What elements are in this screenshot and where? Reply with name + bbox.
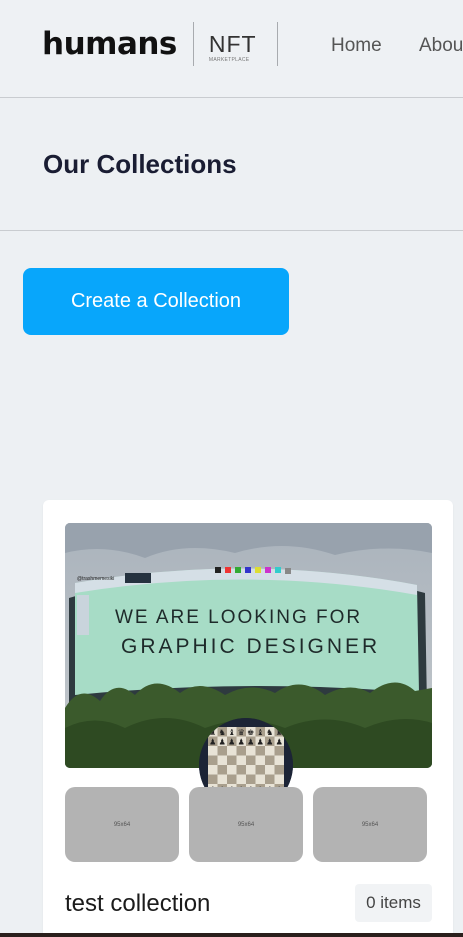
logo-divider bbox=[192, 22, 194, 66]
nav-link-about[interactable]: About bbox=[419, 35, 463, 57]
svg-text:♟: ♟ bbox=[228, 738, 235, 747]
page-title: Our Collections bbox=[43, 149, 237, 179]
collection-thumbnail-2[interactable]: 95x64 bbox=[189, 787, 303, 862]
bottom-edge-bar bbox=[0, 933, 463, 937]
collection-thumbnail-3[interactable]: 95x64 bbox=[313, 787, 427, 862]
banner-text-line2: GRAPHIC DESIGNER bbox=[121, 635, 380, 658]
svg-text:♝: ♝ bbox=[228, 728, 235, 737]
thumbnail-label: 95x64 bbox=[361, 821, 379, 828]
svg-text:♝: ♝ bbox=[257, 728, 264, 737]
banner-text-line1: WE ARE LOOKING FOR bbox=[115, 607, 362, 628]
svg-text:♟: ♟ bbox=[276, 738, 283, 747]
nav-link-home[interactable]: Home bbox=[331, 35, 382, 57]
title-section: Our Collections bbox=[0, 98, 463, 231]
collection-thumbnail-1[interactable]: 95x64 bbox=[65, 787, 179, 862]
logo-wordmark: humans bbox=[42, 25, 177, 62]
banner-watermark: @trashmemesiki bbox=[77, 576, 114, 582]
svg-text:♞: ♞ bbox=[219, 728, 226, 737]
svg-text:♟: ♟ bbox=[266, 738, 273, 747]
svg-text:♟: ♟ bbox=[209, 738, 216, 747]
svg-text:♟: ♟ bbox=[257, 738, 264, 747]
items-count-badge: 0 items bbox=[355, 884, 432, 922]
logo-nft-text: NFT bbox=[208, 31, 257, 57]
svg-text:♟: ♟ bbox=[219, 738, 226, 747]
svg-text:♟: ♟ bbox=[238, 738, 245, 747]
logo[interactable]: humans NFT MARKETPLACE bbox=[42, 20, 278, 68]
site-header: humans NFT MARKETPLACE Home About bbox=[0, 0, 463, 98]
logo-marketplace-text: MARKETPLACE bbox=[208, 57, 250, 63]
svg-text:♟: ♟ bbox=[247, 738, 254, 747]
create-collection-button[interactable]: Create a Collection bbox=[23, 268, 289, 335]
collection-card[interactable]: @trashmemesiki WE ARE LOOKING FOR GRAPHI… bbox=[43, 500, 453, 937]
logo-divider-right bbox=[276, 22, 278, 66]
page: humans NFT MARKETPLACE Home About Our Co… bbox=[0, 0, 463, 937]
svg-text:♚: ♚ bbox=[247, 728, 254, 737]
svg-text:♛: ♛ bbox=[238, 728, 245, 737]
svg-text:♞: ♞ bbox=[266, 728, 273, 737]
thumbnail-label: 95x64 bbox=[113, 821, 131, 828]
collection-name[interactable]: test collection bbox=[65, 890, 210, 918]
logo-nft-block: NFT MARKETPLACE bbox=[208, 31, 257, 64]
thumbnail-label: 95x64 bbox=[237, 821, 255, 828]
